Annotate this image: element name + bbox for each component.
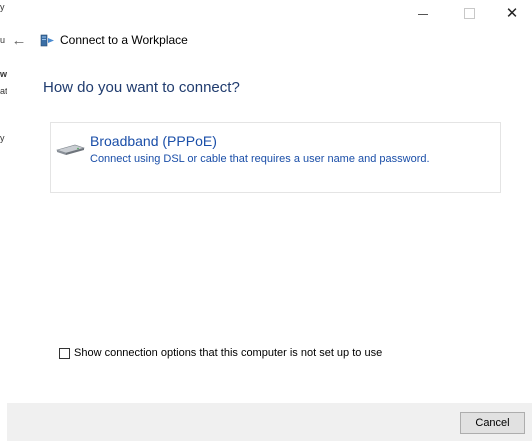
minimize-button[interactable] [400, 0, 446, 26]
maximize-button [446, 0, 492, 26]
show-options-checkbox-row[interactable]: Show connection options that this comput… [59, 347, 382, 359]
minimize-icon [418, 13, 428, 15]
back-arrow-icon: ← [11, 31, 27, 49]
option-broadband-pppoe[interactable]: Broadband (PPPoE) Connect using DSL or c… [50, 122, 501, 193]
page-heading: How do you want to connect? [43, 79, 240, 96]
bg-text-fragment: w [0, 69, 8, 79]
back-button[interactable]: ← [10, 31, 28, 49]
connect-dialog: ✕ ← Connect to a Workplace How do you wa… [7, 0, 532, 441]
bg-text-fragment: y [0, 133, 5, 143]
title-bar: ✕ [7, 0, 532, 26]
close-button[interactable]: ✕ [489, 0, 532, 26]
modem-icon [55, 144, 85, 155]
wizard-title: Connect to a Workplace [60, 33, 188, 47]
close-icon: ✕ [505, 5, 519, 22]
bg-text-fragment: y [0, 2, 5, 12]
workplace-network-icon [40, 34, 54, 47]
show-options-label[interactable]: Show connection options that this comput… [74, 347, 382, 359]
option-title: Broadband (PPPoE) [90, 133, 217, 149]
show-options-checkbox[interactable] [59, 347, 70, 359]
bg-text-fragment: u [0, 35, 6, 45]
maximize-icon [463, 7, 475, 19]
option-description: Connect using DSL or cable that requires… [90, 153, 430, 165]
cancel-button[interactable]: Cancel [460, 412, 525, 434]
dialog-footer: Cancel [7, 403, 532, 441]
